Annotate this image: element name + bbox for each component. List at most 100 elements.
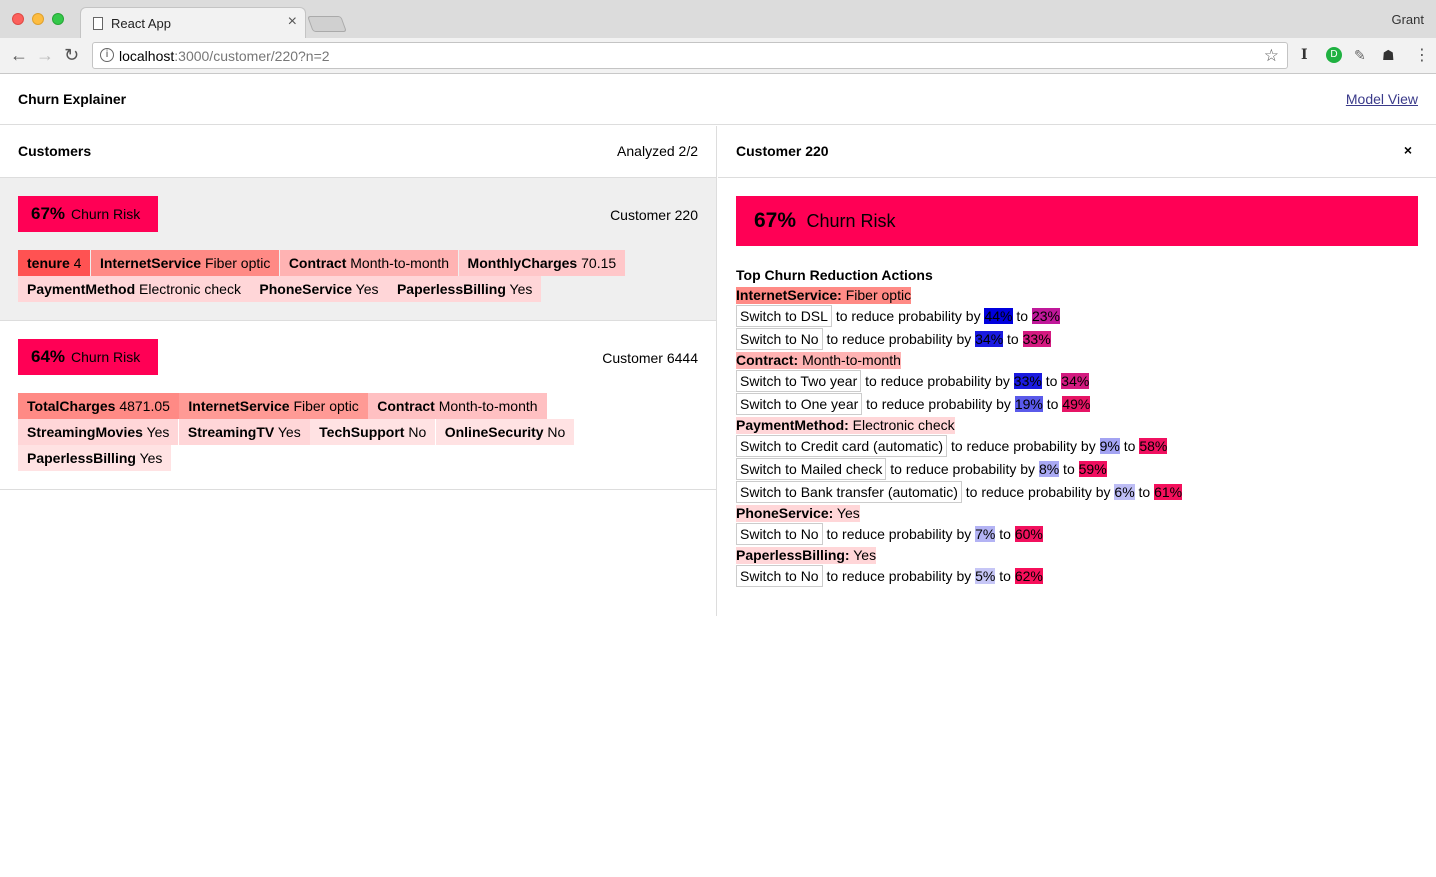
customer-list: 67% Churn Risk Customer 220 tenure 4 Intern… [0, 178, 716, 490]
action-group-header: PaymentMethod: Electronic check [736, 417, 955, 434]
feature-tag: StreamingTV Yes [178, 419, 310, 445]
actions-title: Top Churn Reduction Actions [736, 267, 933, 283]
risk-badge: 67% Churn Risk [18, 196, 159, 232]
forward-arrow-icon[interactable]: → [36, 45, 54, 66]
browser-titlebar: React App × Grant [0, 0, 1436, 39]
switch-action-button[interactable]: Switch to Bank transfer (automatic) [736, 481, 962, 503]
feature-value: 4 [69, 255, 82, 271]
reduce-text: to reduce probability by [822, 526, 976, 542]
feature-name: TechSupport [319, 424, 405, 440]
feature-tag: TechSupport No [310, 419, 436, 445]
feature-name: InternetService [188, 398, 290, 414]
switch-action-button[interactable]: Switch to Credit card (automatic) [736, 435, 948, 457]
action-row: Switch to No to reduce probability by 7%… [736, 523, 1416, 546]
url-text[interactable]: localhost:3000/customer/220?n=2 [119, 48, 330, 64]
reduction-percent: 5% [975, 568, 996, 584]
churn-risk-label: Churn Risk [806, 211, 896, 231]
feature-tag: TotalCharges 4871.05 [18, 393, 179, 419]
feature-value: Fiber optic [201, 255, 271, 271]
maximize-window-button[interactable] [52, 13, 64, 25]
feature-name: tenure [27, 255, 70, 271]
action-group-header: PhoneService: Yes [736, 505, 860, 522]
reload-icon[interactable]: ↻ [64, 45, 79, 66]
feature-tag: OnlineSecurity No [435, 419, 575, 445]
browser-menu-icon[interactable]: ⋮ [1414, 45, 1430, 65]
feature-tag: Contract Month-to-month [368, 393, 547, 419]
customer-card[interactable]: 67% Churn Risk Customer 220 tenure 4 Intern… [0, 178, 716, 321]
resulting-percent: 58% [1139, 438, 1168, 454]
feature-tag: InternetService Fiber optic [179, 393, 368, 419]
detail-title: Customer 220 [736, 143, 829, 159]
switch-action-button[interactable]: Switch to No [736, 523, 823, 545]
action-row: Switch to Bank transfer (automatic) to r… [736, 481, 1416, 504]
resulting-percent: 60% [1014, 526, 1043, 542]
new-tab-button[interactable] [307, 16, 347, 32]
group-feature-value: Month-to-month [798, 352, 901, 368]
feature-name: OnlineSecurity [444, 424, 544, 440]
feature-tag: PaperlessBilling Yes [18, 445, 172, 471]
switch-action-button[interactable]: Switch to DSL [736, 305, 832, 327]
resulting-percent: 62% [1014, 568, 1043, 584]
switch-action-button[interactable]: Switch to Two year [736, 370, 862, 392]
customers-pane-header: Customers Analyzed 2/2 [0, 126, 716, 178]
resulting-percent: 61% [1154, 484, 1183, 500]
extension-pin-icon[interactable]: ✎ [1354, 47, 1366, 64]
extension-i-icon[interactable]: I [1301, 47, 1308, 63]
switch-action-button[interactable]: Switch to Mailed check [736, 458, 887, 480]
feature-value: Yes [505, 281, 533, 297]
risk-percent: 64% [31, 347, 66, 366]
reduce-text: to reduce probability by [822, 331, 976, 347]
action-groups: InternetService: Fiber optic Switch to DS… [736, 286, 1416, 588]
minimize-window-button[interactable] [32, 13, 44, 25]
action-row: Switch to Mailed check to reduce probabi… [736, 458, 1416, 481]
model-view-link[interactable]: Model View [1346, 91, 1418, 107]
feature-value: 4871.05 [115, 398, 170, 414]
to-text: to [1041, 373, 1062, 389]
app-header: Churn Explainer Model View [0, 75, 1436, 125]
tab-close-icon[interactable]: × [288, 13, 297, 31]
back-arrow-icon[interactable]: ← [10, 45, 28, 66]
resulting-percent: 59% [1078, 461, 1107, 477]
profile-name[interactable]: Grant [1391, 12, 1424, 27]
reduction-percent: 8% [1038, 461, 1060, 477]
reduction-percent: 9% [1099, 438, 1120, 454]
switch-action-button[interactable]: Switch to No [736, 565, 823, 587]
bookmark-star-icon[interactable]: ☆ [1264, 46, 1279, 66]
switch-action-button[interactable]: Switch to One year [736, 393, 863, 415]
feature-value: Yes [352, 281, 379, 297]
risk-badge: 64% Churn Risk [18, 339, 159, 375]
address-bar[interactable]: i localhost:3000/customer/220?n=2 ☆ [92, 42, 1288, 69]
close-window-button[interactable] [12, 13, 24, 25]
churn-risk-badge: 67% Churn Risk [736, 196, 1418, 246]
resulting-percent: 49% [1062, 396, 1091, 412]
browser-tab[interactable]: React App × [80, 7, 306, 39]
extension-d-icon[interactable]: D [1326, 47, 1342, 63]
feature-value: Electronic check [135, 281, 241, 297]
feature-name: Contract [377, 398, 435, 414]
to-text: to [1003, 331, 1023, 347]
to-text: to [1119, 438, 1140, 454]
reduce-text: to reduce probability by [947, 438, 1100, 454]
customer-card[interactable]: 64% Churn Risk Customer 6444 TotalCharges 4… [0, 321, 716, 490]
group-feature-name: PhoneService: [736, 505, 834, 521]
feature-tag: InternetService Fiber optic [90, 250, 280, 276]
to-text: to [995, 568, 1015, 584]
feature-name: MonthlyCharges [467, 255, 578, 271]
group-feature-name: Contract: [736, 352, 799, 368]
extension-bug-icon[interactable]: ☗ [1382, 47, 1395, 64]
tab-title: React App [111, 16, 171, 31]
feature-value: No [404, 424, 427, 440]
resulting-percent: 34% [1061, 373, 1090, 389]
close-detail-button[interactable]: × [1404, 142, 1412, 158]
switch-action-button[interactable]: Switch to No [736, 328, 823, 350]
action-group: PhoneService: Yes [736, 504, 1416, 523]
reduce-text: to reduce probability by [822, 568, 976, 584]
action-group: PaperlessBilling: Yes [736, 546, 1416, 565]
customers-pane: Customers Analyzed 2/2 67% Churn Risk Cust… [0, 126, 717, 616]
feature-tag: PaperlessBilling Yes [387, 276, 542, 302]
reduction-percent: 19% [1014, 396, 1043, 412]
group-feature-value: Yes [849, 547, 877, 563]
info-icon[interactable]: i [100, 48, 114, 62]
reduction-percent: 34% [975, 331, 1004, 347]
group-feature-value: Yes [833, 505, 860, 521]
